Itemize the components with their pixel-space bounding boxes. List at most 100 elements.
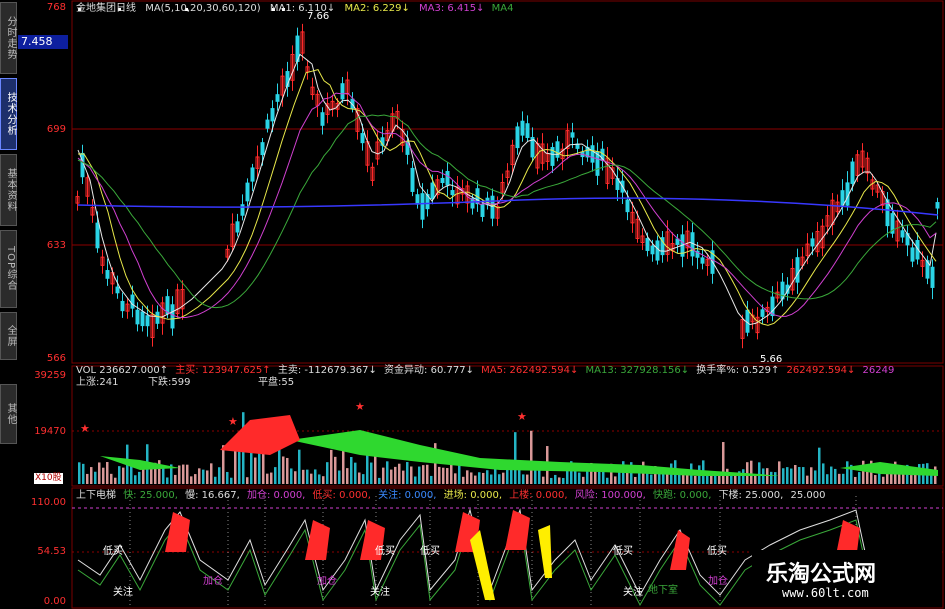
- volume-bar: [582, 476, 585, 484]
- kline-canvas[interactable]: ★ ★ ★ ★: [0, 0, 945, 609]
- volume-bar: [294, 471, 297, 484]
- tab-technical-analysis[interactable]: 技术分析: [0, 78, 17, 150]
- volume-bar: [390, 469, 393, 484]
- enter-value: 进场: 0.000,: [443, 490, 502, 501]
- volume-bar: [538, 469, 541, 484]
- candle-body: [270, 108, 275, 122]
- candle-body: [760, 309, 765, 317]
- tab-intraday[interactable]: 分时走势: [0, 2, 17, 74]
- volume-bar: [782, 468, 785, 484]
- up-floor-value: 上楼: 0.000,: [509, 490, 568, 501]
- volume-bar: [798, 467, 801, 484]
- candle-body: [95, 222, 100, 249]
- tab-label: TOP综合: [5, 246, 16, 292]
- candle-body: [645, 238, 650, 251]
- candle-body: [480, 204, 485, 217]
- volume-bar: [790, 468, 793, 484]
- volume-bar: [626, 472, 629, 484]
- volume-bar: [114, 477, 117, 484]
- volume-bar: [862, 460, 865, 484]
- volume-bar: [514, 432, 517, 484]
- candle-body: [675, 238, 680, 245]
- candle-body: [410, 167, 415, 192]
- volume-bar: [806, 475, 809, 484]
- volume-bar: [318, 474, 321, 484]
- volume-bar: [298, 449, 301, 484]
- stock-title: 金地集团日线 MA(5,10,20,30,60,120) MA1: 6.110↓…: [76, 3, 513, 14]
- ind-tick-5453: 54.53: [37, 546, 66, 557]
- tab-other[interactable]: 其他: [0, 384, 17, 444]
- vol-extra-1: 262492.594↓: [786, 365, 856, 376]
- candle-body: [450, 190, 455, 196]
- volume-bar: [190, 476, 193, 484]
- candle-body: [490, 195, 495, 219]
- volume-bar: [338, 470, 341, 484]
- volume-bar: [106, 461, 109, 484]
- volume-bar: [490, 474, 493, 484]
- volume-bar: [102, 467, 105, 484]
- volume-bar: [554, 474, 557, 484]
- active-sell-value: 主卖: -112679.367↓: [277, 365, 377, 376]
- volume-bar: [810, 467, 813, 484]
- volume-bar: [330, 449, 333, 484]
- candle-body: [135, 309, 140, 325]
- price-tick-768: 768: [46, 2, 66, 13]
- candle-body: [810, 238, 815, 247]
- tab-label: 全屏: [5, 325, 16, 347]
- volume-bar: [830, 466, 833, 484]
- ma1-line: [77, 53, 937, 326]
- tab-top-overview[interactable]: TOP综合: [0, 230, 17, 308]
- volume-bar: [602, 471, 605, 484]
- ind-tick-0: 0.00: [43, 596, 66, 607]
- tail-value: 25.000: [790, 490, 826, 501]
- volume-bar: [426, 464, 429, 484]
- volume-bar: [422, 465, 425, 484]
- volume-bar: [458, 463, 461, 484]
- volume-bar: [370, 462, 373, 484]
- site-watermark: 乐淘公式网 www.60lt.com: [752, 550, 942, 606]
- vol-tick-39259: 39259: [34, 370, 66, 381]
- signal-follow: 关注: [370, 587, 390, 598]
- indicator-fill-red: [305, 520, 330, 560]
- volume-bar: [470, 472, 473, 484]
- signal-follow: 关注: [623, 587, 643, 598]
- tab-fullscreen[interactable]: 全屏: [0, 312, 17, 360]
- volume-bar: [758, 462, 761, 484]
- chart-workspace[interactable]: ★ ★ ★ ★ 分时走势 技术分析 基本资料 TOP综合 全屏 其他 金地集团日线 M…: [0, 0, 945, 609]
- volume-bar: [818, 447, 821, 484]
- candle-body: [525, 123, 530, 138]
- volume-unit-badge: X10股: [34, 473, 63, 484]
- volume-bar: [402, 470, 405, 484]
- tab-fundamentals[interactable]: 基本资料: [0, 154, 17, 226]
- volume-bar: [794, 464, 797, 484]
- volume-bar: [910, 475, 913, 484]
- volume-bar: [650, 474, 653, 484]
- ma4-line: [77, 114, 937, 309]
- tab-label: 分时走势: [5, 16, 16, 60]
- candle-body: [445, 170, 450, 186]
- down-floor-value: 下楼: 25.000,: [718, 490, 784, 501]
- volume-bar: [286, 457, 289, 484]
- candle-body: [260, 142, 265, 156]
- add-value: 加仓: 0.000,: [247, 490, 306, 501]
- volume-bar: [386, 461, 389, 484]
- follow-value: 关注: 0.000,: [378, 490, 437, 501]
- tab-label: 技术分析: [5, 92, 16, 136]
- candle-body: [105, 270, 110, 279]
- volume-bar: [274, 467, 277, 484]
- signal-star: ★: [355, 400, 365, 413]
- indicator-fill-yellow: [538, 525, 552, 578]
- volume-bar: [406, 462, 409, 484]
- candle-body: [415, 194, 420, 205]
- ma3-value: MA3: 6.415↓: [419, 3, 485, 14]
- candle-body: [625, 199, 630, 213]
- volume-bar: [714, 475, 717, 484]
- candle-body: [900, 230, 905, 238]
- price-tick-566: 566: [46, 353, 66, 364]
- volume-bar: [786, 467, 789, 484]
- volume-bar: [322, 476, 325, 484]
- volume-bar: [98, 462, 101, 484]
- volume-bar: [766, 468, 769, 484]
- advancers-count: 上涨:241: [76, 377, 119, 388]
- volume-bar: [474, 475, 477, 484]
